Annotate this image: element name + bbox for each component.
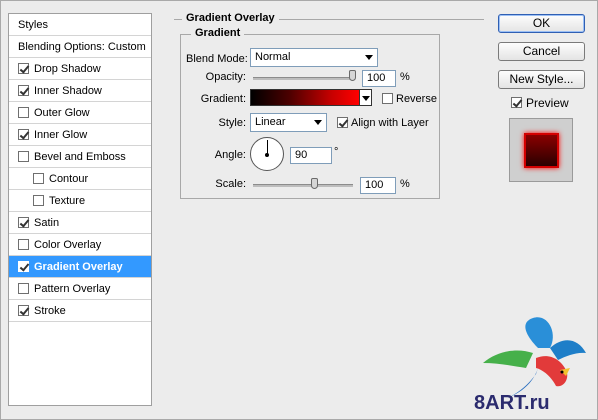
section-title: Gradient Overlay xyxy=(182,12,279,24)
angle-dial-center xyxy=(265,153,269,157)
scale-slider[interactable] xyxy=(253,184,353,187)
chevron-down-icon xyxy=(365,55,373,60)
reverse-label: Reverse xyxy=(396,93,437,105)
scale-slider-thumb[interactable] xyxy=(311,178,318,189)
opacity-unit: % xyxy=(400,71,410,83)
style-item-outer-glow[interactable]: Outer Glow xyxy=(9,102,151,124)
style-item-contour[interactable]: Contour xyxy=(9,168,151,190)
scale-value: 100 xyxy=(365,179,384,191)
scale-label: Scale: xyxy=(215,178,246,190)
style-item-label: Texture xyxy=(49,194,86,207)
preview-checkbox[interactable] xyxy=(511,97,522,108)
group-title: Gradient xyxy=(191,27,245,39)
ok-button[interactable]: OK xyxy=(498,14,585,33)
styles-header-label: Styles xyxy=(18,18,48,31)
preview-label: Preview xyxy=(526,96,569,110)
styles-header[interactable]: Styles xyxy=(9,14,151,36)
scale-input[interactable]: 100 xyxy=(360,177,396,194)
style-value: Linear xyxy=(255,116,286,128)
angle-dial[interactable] xyxy=(250,137,284,171)
style-item-inner-shadow[interactable]: Inner Shadow xyxy=(9,80,151,102)
style-item-checkbox[interactable] xyxy=(18,283,29,294)
blend-mode-label: Blend Mode: xyxy=(186,53,248,65)
style-label: Style: xyxy=(218,117,246,129)
style-item-checkbox[interactable] xyxy=(18,217,29,228)
style-item-stroke[interactable]: Stroke xyxy=(9,300,151,322)
style-item-inner-glow[interactable]: Inner Glow xyxy=(9,124,151,146)
style-item-label: Bevel and Emboss xyxy=(34,150,126,163)
reverse-checkbox[interactable] xyxy=(382,93,393,104)
style-item-label: Drop Shadow xyxy=(34,62,101,75)
style-item-checkbox[interactable] xyxy=(33,173,44,184)
style-item-drop-shadow[interactable]: Drop Shadow xyxy=(9,58,151,80)
cancel-button[interactable]: Cancel xyxy=(498,42,585,61)
style-item-checkbox[interactable] xyxy=(18,85,29,96)
styles-list: Styles Blending Options: Custom Drop Sha… xyxy=(8,13,152,406)
style-item-label: Gradient Overlay xyxy=(34,260,123,273)
style-item-checkbox[interactable] xyxy=(18,129,29,140)
style-preview xyxy=(509,118,573,182)
gradient-picker[interactable] xyxy=(250,89,360,106)
style-item-label: Inner Shadow xyxy=(34,84,102,97)
opacity-value: 100 xyxy=(367,72,386,84)
style-item-label: Stroke xyxy=(34,304,66,317)
style-item-label: Satin xyxy=(34,216,60,229)
blend-mode-select[interactable]: Normal xyxy=(250,48,378,67)
gradient-dropdown-button[interactable] xyxy=(360,89,372,106)
style-item-checkbox[interactable] xyxy=(18,239,29,250)
opacity-slider[interactable] xyxy=(253,77,353,80)
watermark: 8ART.ru xyxy=(474,392,550,414)
style-item-checkbox[interactable] xyxy=(18,261,29,272)
align-with-layer-checkbox[interactable] xyxy=(337,117,348,128)
style-item-label: Pattern Overlay xyxy=(34,282,111,295)
align-with-layer-label: Align with Layer xyxy=(351,117,429,129)
style-item-checkbox[interactable] xyxy=(33,195,44,206)
parrot-logo xyxy=(483,317,586,398)
style-item-label: Contour xyxy=(49,172,89,185)
style-item-checkbox[interactable] xyxy=(18,305,29,316)
style-item-checkbox[interactable] xyxy=(18,151,29,162)
opacity-slider-thumb[interactable] xyxy=(349,70,356,81)
style-item-gradient-overlay[interactable]: Gradient Overlay xyxy=(9,256,151,278)
style-item-label: Color Overlay xyxy=(34,238,102,251)
new-style-button[interactable]: New Style... xyxy=(498,70,585,89)
angle-unit: ° xyxy=(334,146,339,158)
style-item-label: Outer Glow xyxy=(34,106,90,119)
preview-swatch xyxy=(524,133,559,168)
chevron-down-icon xyxy=(362,96,370,101)
angle-value: 90 xyxy=(295,149,308,161)
style-item-texture[interactable]: Texture xyxy=(9,190,151,212)
style-select[interactable]: Linear xyxy=(250,113,327,132)
scale-unit: % xyxy=(400,178,410,190)
opacity-input[interactable]: 100 xyxy=(362,70,396,87)
gradient-label: Gradient: xyxy=(200,93,246,105)
style-item-checkbox[interactable] xyxy=(18,107,29,118)
blending-options-label: Blending Options: Custom xyxy=(18,40,146,53)
blending-options-item[interactable]: Blending Options: Custom xyxy=(9,36,151,58)
angle-label: Angle: xyxy=(214,149,246,161)
style-item-pattern-overlay[interactable]: Pattern Overlay xyxy=(9,278,151,300)
opacity-label: Opacity: xyxy=(205,71,246,83)
style-item-color-overlay[interactable]: Color Overlay xyxy=(9,234,151,256)
blend-mode-value: Normal xyxy=(255,51,291,63)
chevron-down-icon xyxy=(314,120,322,125)
angle-input[interactable]: 90 xyxy=(290,147,332,164)
style-item-bevel-and-emboss[interactable]: Bevel and Emboss xyxy=(9,146,151,168)
style-item-satin[interactable]: Satin xyxy=(9,212,151,234)
style-item-label: Inner Glow xyxy=(34,128,88,141)
style-item-checkbox[interactable] xyxy=(18,63,29,74)
